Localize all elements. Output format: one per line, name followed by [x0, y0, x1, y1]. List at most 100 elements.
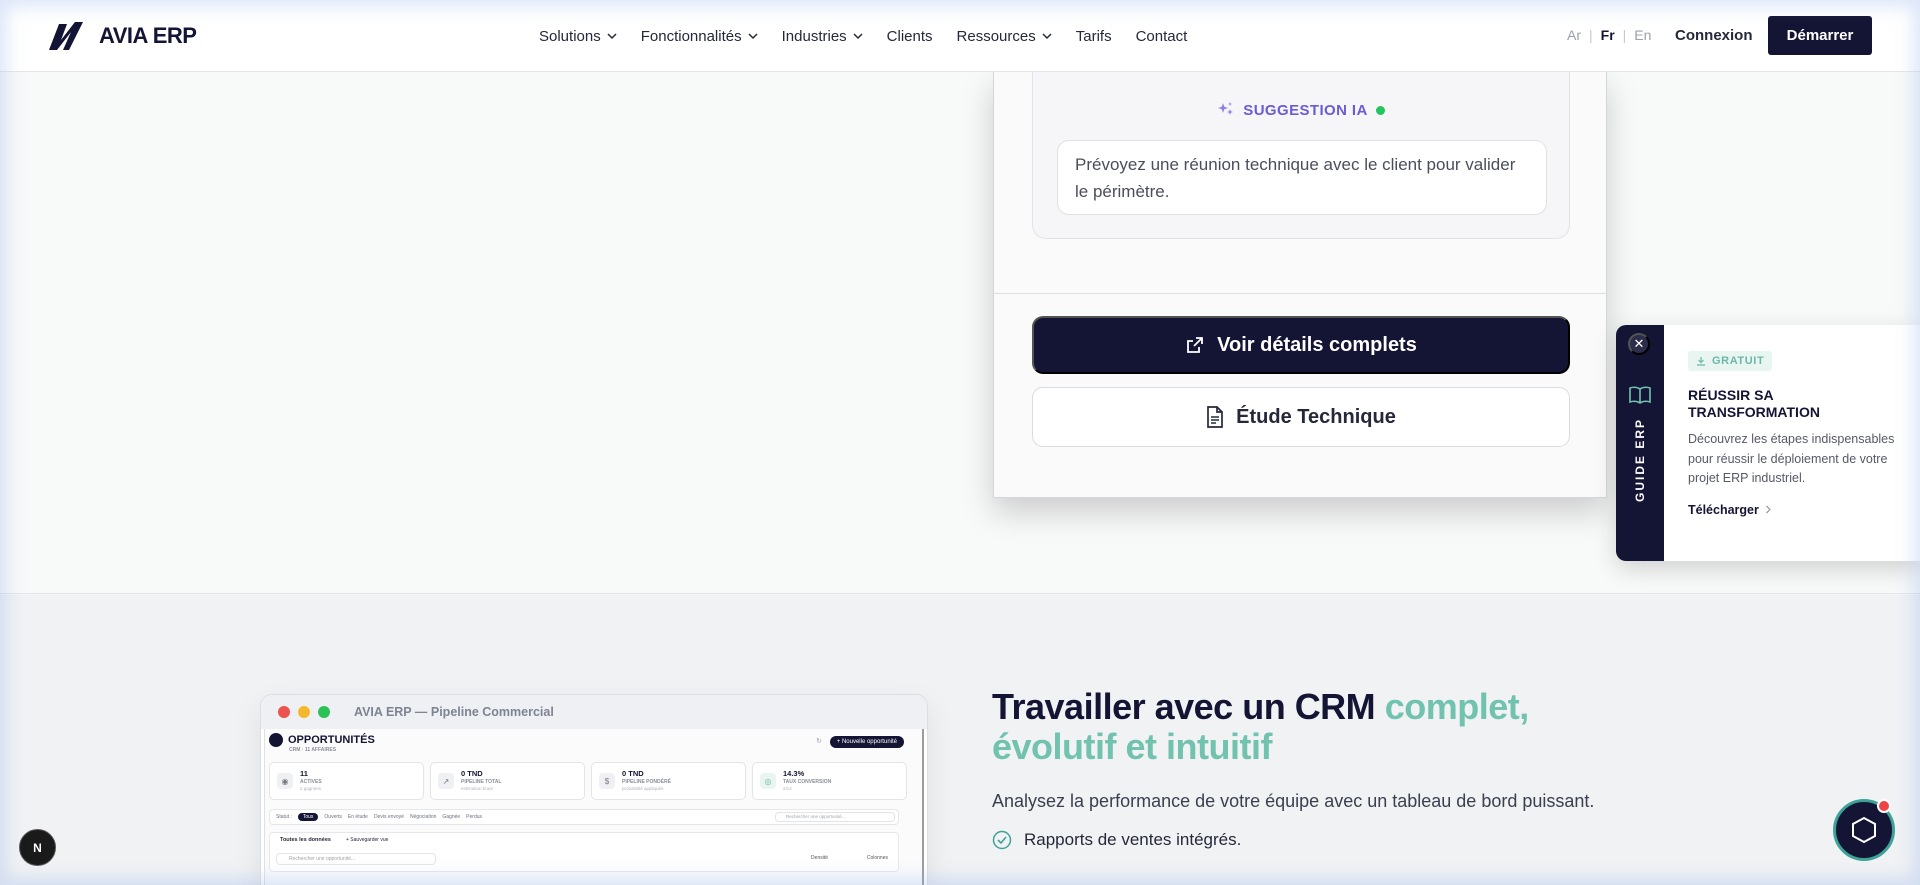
guide-body: GRATUIT RÉUSSIR SA TRANSFORMATION Découv…: [1664, 325, 1920, 561]
menu-item-contact[interactable]: Contact: [1136, 28, 1188, 45]
guide-erp-panel: ✕ GUIDE ERP GRATUIT RÉUSSIR SA TRANSFORM…: [1616, 325, 1920, 561]
opportunities-title: OPPORTUNITÉS: [288, 734, 375, 746]
status-filter-bar: Statut : Tous Ouverts En étude Devis env…: [269, 809, 899, 825]
guide-strip: ✕ GUIDE ERP: [1616, 325, 1664, 561]
status-filter-perdus[interactable]: Perdus: [466, 814, 482, 820]
feature-list-item: Rapports de ventes intégrés.: [992, 830, 1612, 850]
check-circle-icon: [992, 830, 1012, 850]
status-search-input[interactable]: Rechercher une opportunité...: [775, 812, 895, 822]
status-filter-gagnee[interactable]: Gagnée: [442, 814, 460, 820]
free-badge: GRATUIT: [1688, 351, 1773, 371]
menu-item-ressources[interactable]: Ressources: [957, 28, 1052, 45]
live-status-dot: [1375, 105, 1385, 115]
main-menu: Solutions Fonctionnalités Industries Cli…: [539, 0, 1211, 72]
menu-item-clients[interactable]: Clients: [887, 28, 933, 45]
menu-item-label: Contact: [1135, 27, 1188, 45]
app-content: OPPORTUNITÉS CRM · 11 AFFAIRES ↻ + Nouve…: [264, 729, 924, 885]
app-screenshot-window: AVIA ERP — Pipeline Commercial OPPORTUNI…: [260, 694, 928, 885]
menu-item-label: Industries: [781, 27, 847, 45]
lang-fr[interactable]: Fr: [1601, 27, 1615, 43]
chevron-down-icon: [748, 33, 758, 40]
notification-dot: [1877, 799, 1891, 813]
chevron-right-icon: [1765, 505, 1771, 514]
top-navigation: AVIA ERP Solutions Fonctionnalités Indus…: [0, 0, 1920, 72]
document-icon: [1207, 406, 1224, 428]
download-icon: [1697, 357, 1705, 366]
close-icon[interactable]: ✕: [1628, 333, 1650, 355]
kpi-card: $ 0 TND PIPELINE PONDÉRÉ probabilité app…: [591, 762, 746, 800]
menu-item-label: Tarifs: [1075, 27, 1112, 45]
menu-item-solutions[interactable]: Solutions: [539, 28, 617, 45]
window-title: AVIA ERP — Pipeline Commercial: [354, 705, 554, 719]
new-opportunity-button[interactable]: + Nouvelle opportunité: [829, 736, 904, 748]
opportunity-detail-card: SUGGESTION IA Prévoyez une réunion techn…: [993, 72, 1607, 498]
columns-dropdown[interactable]: Colonnes: [867, 855, 888, 861]
kpi-sub: 2/14: [783, 786, 792, 791]
target-icon: ◉: [277, 773, 293, 789]
chevron-down-icon: [607, 33, 617, 40]
kpi-card: ◉ 11 ACTIVES 2 gagnées: [269, 762, 424, 800]
brand-name: AVIA ERP: [99, 23, 197, 48]
card-divider: [994, 293, 1606, 294]
download-link-label: Télécharger: [1688, 502, 1759, 517]
kpi-row: ◉ 11 ACTIVES 2 gagnées ↗ 0 TND PIPELINE …: [269, 762, 907, 800]
kpi-value: 14.3%: [783, 769, 805, 778]
save-view-button[interactable]: + Sauvegarder vue: [346, 837, 388, 843]
start-button[interactable]: Démarrer: [1768, 16, 1872, 55]
ai-suggestion-label: SUGGESTION IA: [1243, 101, 1368, 119]
kpi-value: 0 TND: [622, 769, 644, 778]
window-minimize-dot: [298, 706, 310, 718]
hexagon-icon: [1852, 816, 1876, 844]
kpi-label: PIPELINE TOTAL: [461, 779, 502, 785]
kpi-value: 11: [300, 769, 308, 778]
window-title-bar: AVIA ERP — Pipeline Commercial: [261, 695, 927, 729]
opportunity-search-input[interactable]: Rechercher une opportunité...: [276, 853, 436, 865]
download-link[interactable]: Télécharger: [1688, 503, 1898, 517]
density-dropdown[interactable]: Densité: [811, 855, 828, 861]
status-filter-ouverts[interactable]: Ouverts: [324, 814, 342, 820]
book-icon: [1629, 386, 1651, 404]
guide-title: RÉUSSIR SA TRANSFORMATION: [1688, 387, 1820, 420]
opportunities-icon: [269, 733, 283, 747]
avia-logo-icon: [49, 22, 83, 50]
menu-item-fonctionnalites[interactable]: Fonctionnalités: [641, 28, 758, 45]
feature-title-dark: Travailler avec un CRM: [992, 686, 1385, 727]
feature-item-label: Rapports de ventes intégrés.: [1024, 830, 1242, 849]
refresh-icon[interactable]: ↻: [816, 737, 822, 745]
dollar-icon: $: [599, 773, 615, 789]
feature-description: Analysez la performance de votre équipe …: [992, 791, 1595, 811]
kpi-sub: 2 gagnées: [300, 786, 322, 791]
lang-separator: |: [1622, 27, 1627, 43]
window-close-dot: [278, 706, 290, 718]
status-filter-negociation[interactable]: Négociation: [410, 814, 436, 820]
menu-item-label: Solutions: [539, 27, 601, 45]
status-label: Statut :: [276, 814, 292, 820]
window-maximize-dot: [318, 706, 330, 718]
ai-suggestion-header: SUGGESTION IA: [1033, 101, 1569, 119]
chevron-down-icon: [853, 33, 863, 40]
status-filter-tous[interactable]: Tous: [297, 813, 319, 821]
sparkle-icon: [1218, 102, 1234, 115]
menu-item-industries[interactable]: Industries: [782, 28, 863, 45]
nextjs-badge[interactable]: N: [19, 829, 56, 866]
free-badge-label: GRATUIT: [1712, 355, 1765, 367]
ai-suggestion-text: Prévoyez une réunion technique avec le c…: [1057, 140, 1547, 215]
status-filter-en-etude[interactable]: En étude: [348, 814, 368, 820]
opportunities-subtitle: CRM · 11 AFFAIRES: [289, 747, 337, 753]
kpi-card: ↗ 0 TND PIPELINE TOTAL estimation brute: [430, 762, 585, 800]
view-details-button[interactable]: Voir détails complets: [1032, 316, 1570, 374]
brand-logo[interactable]: AVIA ERP: [47, 20, 197, 52]
menu-item-label: Fonctionnalités: [640, 27, 742, 45]
check-circle-icon: ◎: [760, 773, 776, 789]
lang-ar[interactable]: Ar: [1567, 27, 1581, 43]
technical-study-button[interactable]: Étude Technique: [1032, 387, 1570, 447]
login-link[interactable]: Connexion: [1675, 27, 1753, 44]
lang-separator: |: [1589, 27, 1593, 43]
status-filter-devis[interactable]: Devis envoyé: [374, 814, 404, 820]
menu-item-tarifs[interactable]: Tarifs: [1076, 28, 1112, 45]
data-view-panel: Toutes les données + Sauvegarder vue Rec…: [269, 832, 899, 872]
guide-description: Découvrez les étapes indispensables pour…: [1688, 432, 1895, 485]
lang-en[interactable]: En: [1634, 27, 1651, 43]
chevron-down-icon: [1042, 33, 1052, 40]
tab-all-data[interactable]: Toutes les données: [280, 837, 331, 843]
